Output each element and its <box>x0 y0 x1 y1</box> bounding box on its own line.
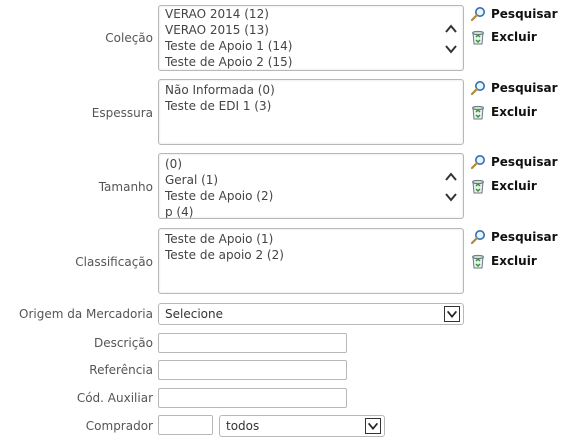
scroll-up-icon[interactable] <box>444 22 458 36</box>
tamanho-search-button[interactable]: Pesquisar <box>470 154 557 170</box>
list-item[interactable]: VERAO 2015 (13) <box>165 22 439 38</box>
delete-label: Excluir <box>491 105 537 119</box>
list-item[interactable]: Teste de Apoio 2 (15) <box>165 54 439 70</box>
list-item[interactable]: VERAO 2014 (12) <box>165 6 439 22</box>
list-item[interactable]: Teste de Apoio 1 (14) <box>165 38 439 54</box>
search-label: Pesquisar <box>491 155 558 169</box>
colecao-search-button[interactable]: Pesquisar <box>470 6 557 22</box>
magnifier-icon <box>470 7 485 22</box>
colecao-label: Coleção <box>105 31 153 45</box>
magnifier-icon <box>470 81 485 96</box>
recycle-bin-icon <box>472 105 484 120</box>
descricao-input[interactable] <box>158 333 347 353</box>
origem-selected-value: Selecione <box>165 307 223 321</box>
classificacao-search-button[interactable]: Pesquisar <box>470 229 557 245</box>
magnifier-icon <box>470 155 485 170</box>
delete-label: Excluir <box>491 179 537 193</box>
espessura-search-button[interactable]: Pesquisar <box>470 80 557 96</box>
recycle-bin-icon <box>472 179 484 194</box>
descricao-label: Descrição <box>93 336 153 350</box>
list-item[interactable]: Teste de Apoio (1) <box>165 231 439 247</box>
comprador-select[interactable]: todos <box>219 415 385 437</box>
list-item[interactable]: Teste de Apoio (2) <box>165 188 439 204</box>
cod-auxiliar-input[interactable] <box>158 388 347 408</box>
scroll-down-icon[interactable] <box>444 190 458 204</box>
comprador-label: Comprador <box>85 419 153 433</box>
comprador-code-input[interactable] <box>158 415 213 435</box>
search-label: Pesquisar <box>491 7 558 21</box>
list-item[interactable]: Teste de EDI 1 (3) <box>165 98 439 114</box>
espessura-listbox[interactable]: Não Informada (0) Teste de EDI 1 (3) <box>158 79 464 145</box>
list-item[interactable]: (0) <box>165 156 439 172</box>
delete-label: Excluir <box>491 254 537 268</box>
classificacao-label: Classificação <box>75 255 153 269</box>
referencia-label: Referência <box>89 363 153 377</box>
chevron-down-icon[interactable] <box>444 306 460 322</box>
search-label: Pesquisar <box>491 81 558 95</box>
cod-auxiliar-label: Cód. Auxiliar <box>76 391 153 405</box>
list-item[interactable]: Não Informada (0) <box>165 82 439 98</box>
comprador-selected-value: todos <box>226 419 260 433</box>
recycle-bin-icon <box>472 30 484 45</box>
referencia-input[interactable] <box>158 360 347 380</box>
classificacao-delete-button[interactable]: Excluir <box>470 253 537 269</box>
list-item[interactable]: p (4) <box>165 204 439 218</box>
chevron-down-icon[interactable] <box>365 418 381 434</box>
search-label: Pesquisar <box>491 230 558 244</box>
origem-label: Origem da Mercadoria <box>19 307 153 321</box>
scroll-up-icon[interactable] <box>444 170 458 184</box>
magnifier-icon <box>470 230 485 245</box>
recycle-bin-icon <box>472 254 484 269</box>
tamanho-listbox[interactable]: (0) Geral (1) Teste de Apoio (2) p (4) <box>158 153 464 219</box>
colecao-delete-button[interactable]: Excluir <box>470 29 537 45</box>
espessura-label: Espessura <box>91 106 153 120</box>
colecao-listbox[interactable]: VERAO 2014 (12) VERAO 2015 (13) Teste de… <box>158 5 464 71</box>
list-item[interactable]: Geral (1) <box>165 172 439 188</box>
list-item[interactable]: Teste de apoio 2 (2) <box>165 247 439 263</box>
origem-select[interactable]: Selecione <box>158 303 464 325</box>
classificacao-listbox[interactable]: Teste de Apoio (1) Teste de apoio 2 (2) <box>158 228 464 294</box>
espessura-delete-button[interactable]: Excluir <box>470 104 537 120</box>
delete-label: Excluir <box>491 30 537 44</box>
tamanho-label: Tamanho <box>98 180 153 194</box>
tamanho-delete-button[interactable]: Excluir <box>470 178 537 194</box>
scroll-down-icon[interactable] <box>444 42 458 56</box>
